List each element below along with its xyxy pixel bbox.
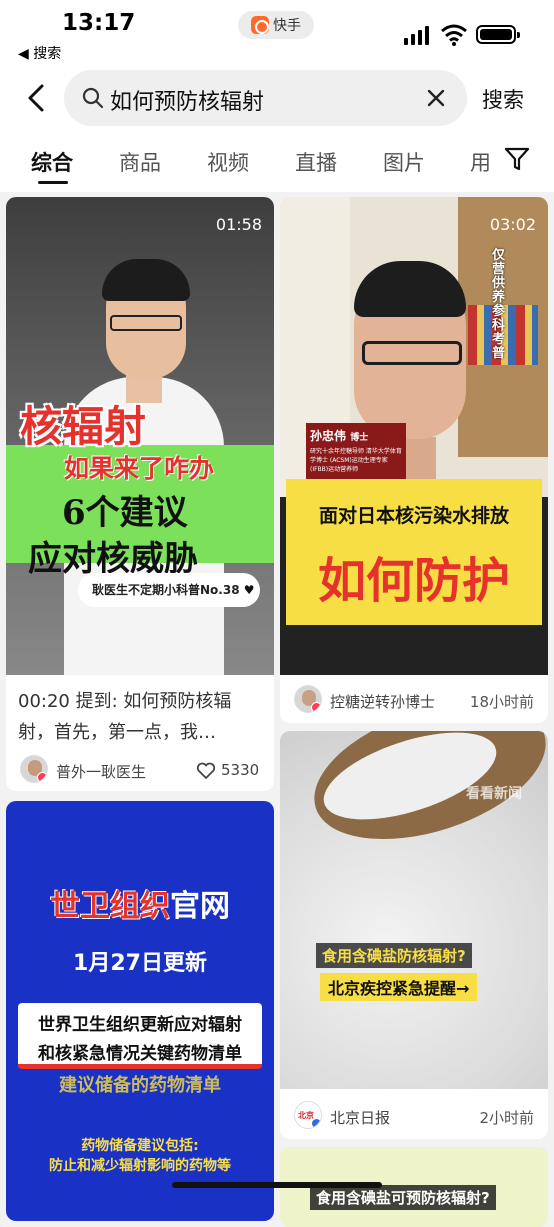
tab-users[interactable]: 用 bbox=[470, 147, 491, 177]
tab-comprehensive[interactable]: 综合 bbox=[31, 147, 73, 177]
kuaishou-logo-icon bbox=[251, 16, 269, 34]
result-card-video-1[interactable]: 核辐射 如果来了咋办 6个建议 应对核威胁 耿医生不定期小科普No.38 ♥ 0… bbox=[6, 197, 274, 791]
result-card-video-4[interactable]: 看看新闻 食用含碘盐防核辐射? 北京疾控紧急提醒→ 北京 北京日报 2小时前 bbox=[280, 731, 548, 1139]
note-line2: 防止和减少辐射影响的药物等 bbox=[49, 1158, 231, 1174]
wifi-icon bbox=[441, 24, 467, 46]
battery-icon bbox=[476, 25, 520, 44]
author-avatar[interactable] bbox=[20, 755, 48, 783]
expert-bio: 研究十余年控糖导师 清华大学体育学博士 (ACSM)运动生理专家 (IFBB)运… bbox=[310, 448, 402, 473]
search-query: 如何预防核辐射 bbox=[110, 90, 265, 115]
result-card-image-3[interactable]: 世卫组织官网 1月27日更新 世界卫生组织更新应对辐射 和核紧急情况关键药物清单… bbox=[6, 801, 274, 1221]
author-name[interactable]: 北京日报 bbox=[330, 1107, 390, 1128]
banner-line1: 面对日本核污染水排放 bbox=[318, 505, 509, 527]
video-thumbnail[interactable]: 仅营供养参科考普 孙忠伟 博士 研究十余年控糖导师 清华大学体育学博士 (ACS… bbox=[280, 197, 548, 675]
top-bar: 13:17 ◀ 搜索 快手 如何预防核辐射 搜索 综合 商品 视频 直播 图片 … bbox=[0, 0, 554, 192]
app-name: 快手 bbox=[273, 18, 301, 34]
author-name[interactable]: 普外一耿医生 bbox=[56, 761, 146, 782]
watermark-logo: 看看新闻 bbox=[466, 786, 522, 802]
subheading: 建议储备的药物清单 bbox=[59, 1075, 221, 1096]
signal-icon bbox=[404, 26, 429, 45]
man-hair bbox=[354, 261, 466, 317]
update-date: 1月27日更新 bbox=[73, 951, 207, 976]
author-avatar[interactable] bbox=[294, 685, 322, 713]
overlay-line2: 如果来了咋办 bbox=[64, 454, 215, 483]
headline-line1: 世界卫生组织更新应对辐射 bbox=[38, 1015, 242, 1035]
image-thumbnail[interactable]: 世卫组织官网 1月27日更新 世界卫生组织更新应对辐射 和核紧急情况关键药物清单… bbox=[6, 801, 274, 1221]
result-card-video-2[interactable]: 仅营供养参科考普 孙忠伟 博士 研究十余年控糖导师 清华大学体育学博士 (ACS… bbox=[280, 197, 548, 723]
back-to-app-link[interactable]: ◀ 搜索 bbox=[18, 43, 61, 63]
overlay-line3: 6个建议 bbox=[62, 493, 188, 533]
who-title-white: 官网 bbox=[170, 889, 230, 924]
video-thumbnail[interactable]: 核辐射 如果来了咋办 6个建议 应对核威胁 耿医生不定期小科普No.38 ♥ 0… bbox=[6, 197, 274, 675]
disclaimer-text: 仅营供养参科考普 bbox=[492, 248, 506, 361]
home-indicator[interactable] bbox=[172, 1182, 382, 1188]
tab-products[interactable]: 商品 bbox=[119, 147, 161, 177]
filter-tabs: 综合 商品 视频 直播 图片 用 bbox=[0, 143, 554, 184]
doctor-hair bbox=[102, 259, 190, 301]
verified-badge-icon bbox=[311, 702, 321, 712]
headline-box: 世界卫生组织更新应对辐射 和核紧急情况关键药物清单 bbox=[18, 1003, 262, 1069]
yellow-banner: 面对日本核污染水排放 如何防护 bbox=[286, 479, 542, 625]
back-arrow-icon[interactable] bbox=[22, 82, 52, 114]
headline-line2: 和核紧急情况关键药物清单 bbox=[38, 1044, 242, 1064]
video-duration: 01:58 bbox=[215, 215, 262, 234]
search-icon bbox=[82, 87, 104, 109]
tab-videos[interactable]: 视频 bbox=[207, 147, 249, 177]
tab-live[interactable]: 直播 bbox=[295, 147, 337, 177]
overlay-question: 食用含碘盐防核辐射? bbox=[316, 943, 472, 968]
author-avatar[interactable]: 北京 bbox=[294, 1101, 322, 1129]
clear-icon[interactable] bbox=[424, 86, 448, 110]
doctor-glasses bbox=[110, 315, 182, 331]
filter-icon[interactable] bbox=[504, 146, 530, 172]
post-time: 2小时前 bbox=[479, 1109, 534, 1127]
video-thumbnail[interactable]: 看看新闻 食用含碘盐防核辐射? 北京疾控紧急提醒→ bbox=[280, 731, 548, 1089]
expert-name: 孙忠伟 bbox=[310, 429, 347, 443]
heart-icon: ♥ bbox=[243, 583, 255, 597]
status-time: 13:17 bbox=[62, 10, 136, 36]
overlay-question: 食用含碘盐可预防核辐射? bbox=[310, 1185, 496, 1210]
search-button[interactable]: 搜索 bbox=[482, 84, 524, 114]
verified-badge-icon bbox=[311, 1118, 321, 1128]
like-count: 5330 bbox=[221, 761, 260, 779]
who-title: 世卫组织官网 bbox=[6, 881, 274, 925]
verified-badge-icon bbox=[37, 772, 47, 782]
series-tag-text: 耿医生不定期小科普No.38 bbox=[92, 583, 240, 597]
expert-title: 博士 bbox=[350, 433, 369, 443]
active-tab-indicator bbox=[38, 181, 68, 184]
man-glasses bbox=[362, 341, 462, 365]
search-input[interactable]: 如何预防核辐射 bbox=[64, 70, 467, 126]
overlay-alert: 北京疾控紧急提醒→ bbox=[320, 973, 478, 1001]
video-duration: 03:02 bbox=[489, 215, 536, 234]
author-name[interactable]: 控糖逆转孙博士 bbox=[330, 691, 435, 712]
post-time: 18小时前 bbox=[469, 693, 534, 711]
overlay-title: 核辐射 bbox=[20, 402, 147, 451]
banner-line2: 如何防护 bbox=[317, 553, 510, 609]
app-indicator-pill[interactable]: 快手 bbox=[238, 11, 314, 39]
like-icon[interactable] bbox=[196, 762, 216, 780]
series-tag: 耿医生不定期小科普No.38 ♥ bbox=[78, 573, 260, 607]
video-description: 00:20 提到: 如何预防核辐射，首先，第一点，我… bbox=[18, 691, 232, 743]
note-line1: 药物储备建议包括: bbox=[81, 1138, 199, 1154]
tab-images[interactable]: 图片 bbox=[383, 147, 425, 177]
who-title-red: 世卫组织 bbox=[50, 889, 170, 924]
